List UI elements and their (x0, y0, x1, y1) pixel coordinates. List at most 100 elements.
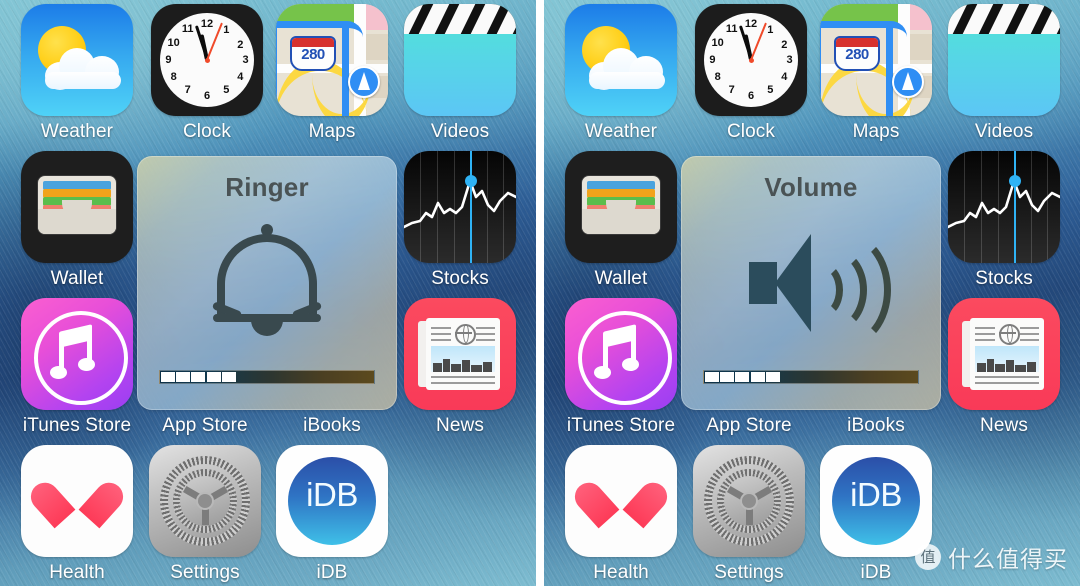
clock-hour-7: 7 (184, 84, 191, 97)
clock-hour-3: 3 (786, 54, 793, 66)
clock-hour-10: 10 (167, 36, 180, 49)
screenshot-stage: Weather 12 1 2 3 4 5 6 7 8 9 10 11 Clock… (0, 0, 1080, 586)
clock-hour-9: 9 (709, 54, 716, 66)
clock-face: 12 1 2 3 4 5 6 7 8 9 10 11 (704, 13, 798, 107)
settings-icon[interactable] (149, 445, 261, 557)
app-itunes-store[interactable]: iTunes Store (10, 298, 144, 437)
wallet-icon[interactable] (565, 151, 677, 263)
app-label: News (980, 415, 1028, 436)
bell-icon (211, 224, 323, 336)
photo-thumbnail (975, 346, 1039, 372)
stock-line-chart (948, 179, 1060, 229)
app-stocks[interactable]: Stocks (393, 151, 527, 290)
weather-icon[interactable] (565, 4, 677, 116)
news-icon[interactable] (404, 298, 516, 410)
app-weather[interactable]: Weather (10, 4, 144, 143)
app-label: Videos (974, 121, 1034, 142)
heart-icon (569, 475, 673, 529)
itunes-store-icon[interactable] (565, 298, 677, 410)
ringer-volume-bar[interactable] (159, 370, 375, 384)
hud-glyph-area (681, 208, 941, 358)
app-stocks[interactable]: Stocks (937, 151, 1071, 290)
music-note-icon (50, 324, 99, 380)
chart-marker-dot (1009, 175, 1021, 187)
clock-hour-6: 6 (747, 89, 755, 102)
clock-hour-4: 4 (237, 71, 244, 84)
clock-face: 12 1 2 3 4 5 6 7 8 9 10 11 (160, 13, 254, 107)
wallet-icon[interactable] (21, 151, 133, 263)
weather-icon[interactable] (21, 4, 133, 116)
newspaper-shape (970, 318, 1044, 390)
app-idb[interactable]: iDB iDB (265, 445, 399, 584)
app-clock[interactable]: 12 1 2 3 4 5 6 7 8 9 10 11 Clock (140, 4, 274, 143)
clock-hour-12: 12 (744, 18, 758, 30)
volume-segment (765, 372, 780, 382)
app-health[interactable]: Health (10, 445, 144, 584)
clock-hour-3: 3 (242, 54, 249, 66)
videos-icon[interactable] (404, 4, 516, 116)
app-maps[interactable]: 280 Maps (265, 4, 399, 143)
app-itunes-store[interactable]: iTunes Store (554, 298, 688, 437)
watermark: 值 什么值得买 (915, 540, 1068, 574)
heart-icon (25, 475, 129, 529)
idb-icon[interactable]: iDB (276, 445, 388, 557)
app-wallet[interactable]: Wallet (554, 151, 688, 290)
stocks-icon[interactable] (948, 151, 1060, 263)
globe-icon (999, 324, 1020, 345)
speaker-wave-icon (749, 230, 891, 348)
app-label: Clock (182, 121, 231, 142)
app-label: Health (593, 562, 649, 583)
highway-number: 280 (301, 46, 325, 63)
app-label: Clock (726, 121, 775, 142)
health-icon[interactable] (21, 445, 133, 557)
app-label: App Store (162, 415, 248, 436)
clock-hour-11: 11 (725, 23, 738, 36)
app-wallet[interactable]: Wallet (10, 151, 144, 290)
app-news[interactable]: News (393, 298, 527, 437)
clock-center-pin (204, 57, 210, 63)
app-maps[interactable]: 280 Maps (809, 4, 943, 143)
stocks-icon[interactable] (404, 151, 516, 263)
app-settings[interactable]: Settings (138, 445, 272, 584)
app-clock[interactable]: 12 1 2 3 4 5 6 7 8 9 10 11 Clock (684, 4, 818, 143)
app-label: Weather (40, 121, 114, 142)
itunes-store-icon[interactable] (21, 298, 133, 410)
chart-marker-line (1014, 151, 1016, 263)
health-icon[interactable] (565, 445, 677, 557)
volume-segment (735, 372, 750, 382)
clock-icon[interactable]: 12 1 2 3 4 5 6 7 8 9 10 11 (695, 4, 807, 116)
settings-icon[interactable] (693, 445, 805, 557)
clapperboard-shape (948, 4, 1060, 34)
clock-hour-5: 5 (767, 84, 774, 97)
clock-hour-10: 10 (711, 36, 724, 49)
clock-hour-9: 9 (165, 54, 172, 66)
app-settings[interactable]: Settings (682, 445, 816, 584)
navigation-pin-icon (892, 66, 924, 98)
app-label: Settings (170, 562, 240, 583)
app-weather[interactable]: Weather (554, 4, 688, 143)
app-news[interactable]: News (937, 298, 1071, 437)
idb-wordmark: iDB (850, 476, 902, 513)
sound-wave-3 (801, 232, 891, 348)
app-videos[interactable]: Videos (393, 4, 527, 143)
photo-thumbnail (431, 346, 495, 372)
app-videos[interactable]: Videos (937, 4, 1071, 143)
stock-line-chart (404, 179, 516, 229)
music-note-icon (594, 324, 643, 380)
app-health[interactable]: Health (554, 445, 688, 584)
clock-icon[interactable]: 12 1 2 3 4 5 6 7 8 9 10 11 (151, 4, 263, 116)
maps-icon[interactable]: 280 (276, 4, 388, 116)
volume-segment (720, 372, 735, 382)
clock-center-pin (748, 57, 754, 63)
news-icon[interactable] (948, 298, 1060, 410)
left-screenshot-panel: Weather 12 1 2 3 4 5 6 7 8 9 10 11 Clock… (0, 0, 536, 586)
maps-icon[interactable]: 280 (820, 4, 932, 116)
volume-segment (161, 372, 175, 382)
volume-level-bar[interactable] (703, 370, 919, 384)
clock-hour-5: 5 (223, 84, 230, 97)
volume-segment (221, 372, 236, 382)
ringer-hud: Ringer (137, 156, 397, 410)
app-label: Stocks (975, 268, 1033, 289)
videos-icon[interactable] (948, 4, 1060, 116)
clock-hour-2: 2 (237, 38, 244, 51)
